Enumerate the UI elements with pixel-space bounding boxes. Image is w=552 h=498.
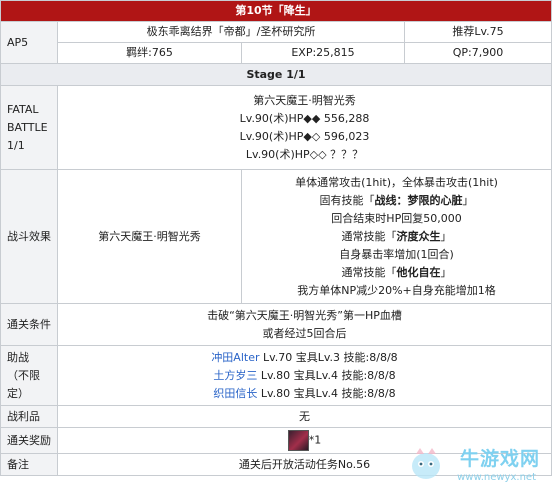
enemy-cell: 第六天魔王·明智光秀 Lv.90(术)HP◆◆ 556,288 Lv.90(术)…	[57, 85, 552, 170]
skill-prefix: 通常技能「	[341, 265, 397, 279]
watermark-text: 牛游戏网	[459, 448, 540, 470]
enemy-name: 第六天魔王·明智光秀	[253, 93, 356, 107]
support-label-line: （不限	[7, 368, 40, 382]
skill-name: 济度众生	[396, 229, 441, 243]
skill-prefix: 固有技能「	[319, 193, 375, 207]
skill-suffix: 」	[462, 193, 474, 207]
clear-label: 通关条件	[0, 303, 58, 346]
skill-prefix: 通常技能「	[341, 229, 397, 243]
effect-line: 回合结束时HP回复50,000	[331, 211, 462, 225]
clear-conditions: 击破“第六天魔王·明智光秀”第一HP血槽 或者经过5回合后	[57, 303, 552, 346]
battle-label: FATAL BATTLE 1/1	[0, 85, 58, 170]
craft-essence-icon[interactable]	[287, 430, 309, 451]
effects-enemy: 第六天魔王·明智光秀	[57, 169, 242, 304]
support-list: 冲田Alter Lv.70 宝具Lv.3 技能:8/8/8 土方岁三 Lv.80…	[57, 345, 552, 406]
effect-line: 我方单体NP减少20%+自身充能增加1格	[297, 283, 496, 297]
support-row: 织田信长 Lv.80 宝具Lv.4 技能:8/8/8	[61, 385, 548, 403]
effect-line: 自身暴击率增加(1回合)	[339, 247, 454, 261]
skill-suffix: 」	[440, 229, 452, 243]
servant-link[interactable]: 冲田Alter	[211, 351, 259, 364]
support-label-line: 助战	[7, 350, 29, 364]
effects-label: 战斗效果	[0, 169, 58, 304]
enemy-hp-1: Lv.90(术)HP◆◆ 556,288	[239, 111, 370, 125]
support-label: 助战 （不限 定）	[0, 345, 58, 406]
reward-label: 通关奖励	[0, 427, 58, 454]
bond-reward: 羁绊:765	[57, 42, 242, 64]
clear-line-1: 击破“第六天魔王·明智光秀”第一HP血槽	[207, 308, 402, 322]
skill-name: 战线：梦限的心脏	[374, 193, 463, 207]
recommend-level: 推荐Lv.75	[404, 21, 552, 43]
qp-reward: QP:7,900	[404, 42, 552, 64]
servant-detail: Lv.70 宝具Lv.3 技能:8/8/8	[259, 350, 398, 364]
reward-count: *1	[308, 433, 322, 447]
support-row: 土方岁三 Lv.80 宝具Lv.4 技能:8/8/8	[61, 367, 548, 385]
support-label-line: 定）	[7, 386, 29, 400]
skill-name: 他化自在	[396, 265, 441, 279]
effect-skill: 固有技能「战线：梦限的心脏」	[245, 192, 548, 210]
enemy-hp-2: Lv.90(术)HP◆◇ 596,023	[239, 129, 370, 143]
servant-link[interactable]: 织田信长	[213, 387, 257, 400]
enemy-hp-3: Lv.90(术)HP◇◇ ？？？	[245, 147, 364, 161]
effects-list: 单体通常攻击(1hit)，全体暴击攻击(1hit) 固有技能「战线：梦限的心脏」…	[241, 169, 552, 304]
effect-line: 单体通常攻击(1hit)，全体暴击攻击(1hit)	[295, 175, 498, 189]
stage-title: Stage 1/1	[0, 63, 552, 86]
watermark: 牛游戏网 www.newyx.net	[408, 444, 548, 496]
skill-suffix: 」	[440, 265, 452, 279]
servant-detail: Lv.80 宝具Lv.4 技能:8/8/8	[257, 368, 396, 382]
exp-reward: EXP:25,815	[241, 42, 405, 64]
battle-label-line: FATAL	[7, 102, 39, 116]
clear-line-2: 或者经过5回合后	[262, 326, 347, 340]
effect-skill: 通常技能「济度众生」	[245, 228, 548, 246]
quest-title: 第10节「降生」	[0, 0, 552, 22]
battle-label-line: BATTLE	[7, 120, 48, 134]
drops-label: 战利品	[0, 405, 58, 428]
support-row: 冲田Alter Lv.70 宝具Lv.3 技能:8/8/8	[61, 349, 548, 367]
ap-cost: AP5	[0, 21, 58, 64]
mascot-logo-icon	[412, 448, 440, 479]
effect-skill: 通常技能「他化自在」	[245, 264, 548, 282]
quest-location: 极东乖离结界「帝都」/圣杯研究所	[57, 21, 405, 43]
note-label: 备注	[0, 453, 58, 476]
servant-detail: Lv.80 宝具Lv.4 技能:8/8/8	[257, 386, 396, 400]
watermark-url: www.newyx.net	[457, 472, 536, 483]
servant-link[interactable]: 土方岁三	[213, 369, 257, 382]
quest-table: 第10节「降生」 AP5 极东乖离结界「帝都」/圣杯研究所 推荐Lv.75 羁绊…	[0, 0, 552, 476]
drops-value: 无	[57, 405, 552, 428]
battle-label-line: 1/1	[7, 138, 25, 152]
